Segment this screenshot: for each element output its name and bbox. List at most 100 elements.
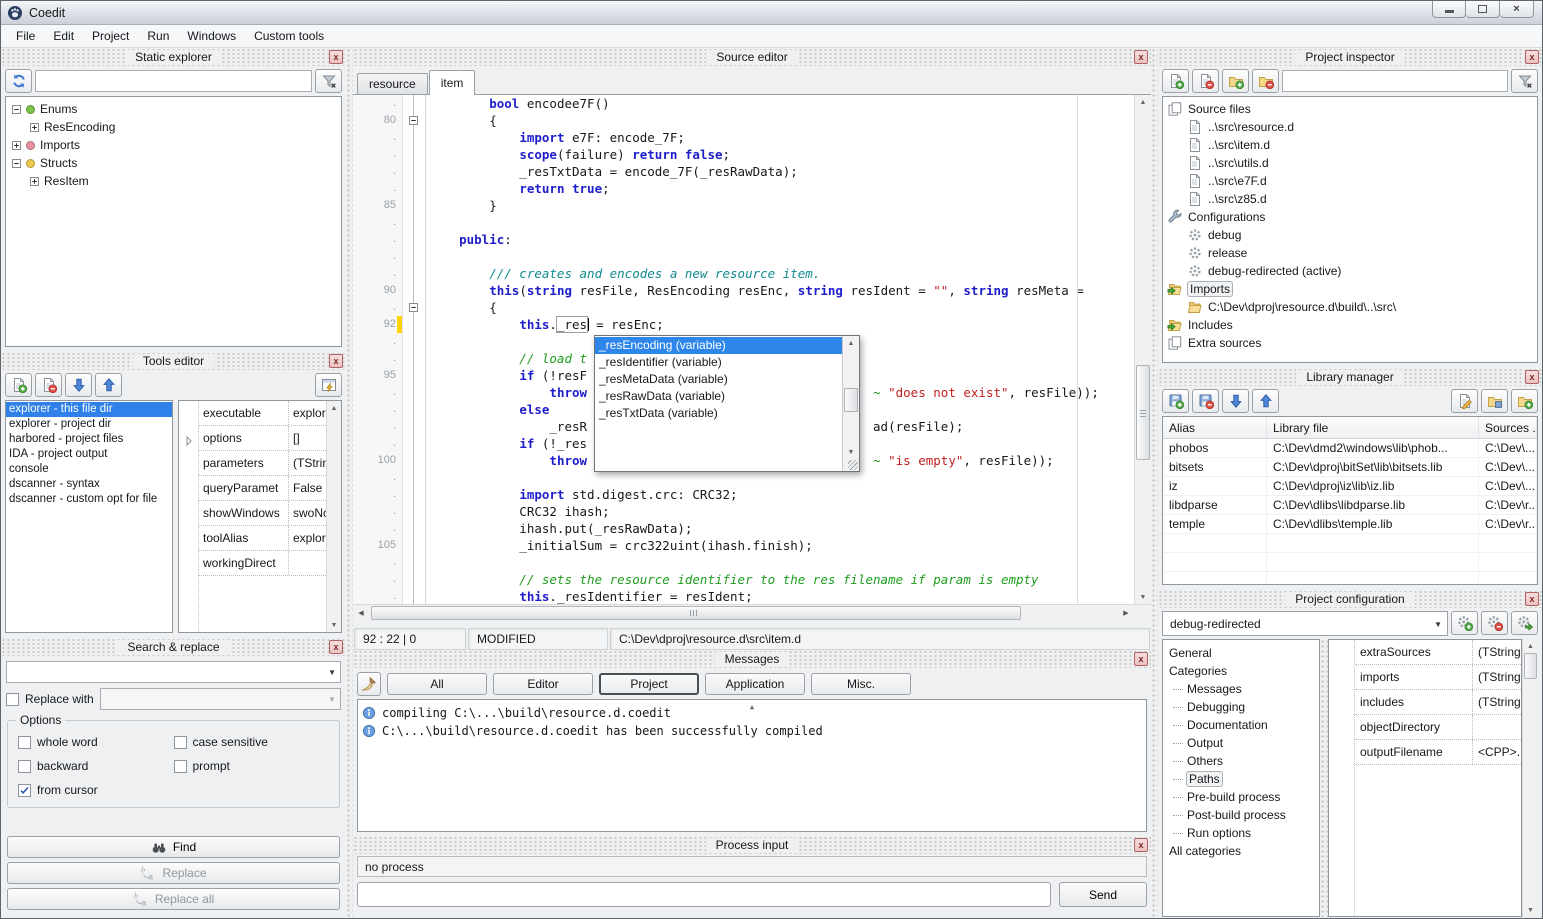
code-line[interactable]: 80 { [353, 112, 1151, 129]
tool-item-dscanner-custom-opt-for-file[interactable]: dscanner - custom opt for file [6, 492, 172, 507]
config-category-all-categories[interactable]: All categories [1163, 842, 1319, 860]
code-line[interactable]: . _resTxtData = encode_7F(_resRawData); [353, 163, 1151, 180]
completion-item-resmetadata-variable[interactable]: _resMetaData (variable) [595, 371, 842, 388]
menu-item-edit[interactable]: Edit [44, 26, 83, 46]
menu-item-windows[interactable]: Windows [178, 26, 245, 46]
close-panel-icon[interactable]: x [1134, 50, 1148, 64]
resize-grip[interactable] [848, 460, 858, 470]
tool-item-ida-project-output[interactable]: IDA - project output [6, 447, 172, 462]
code-editor[interactable]: . bool encodee7F()80 {. import e7F: enco… [353, 95, 1151, 604]
config-category-paths[interactable]: Paths [1163, 770, 1319, 788]
add-tool-button[interactable] [5, 373, 32, 397]
move-library-up-button[interactable] [1252, 389, 1279, 413]
expand-icon[interactable] [12, 141, 21, 150]
run-tool-button[interactable] [315, 373, 342, 397]
project-tree-item-src-z85-d[interactable]: ..\src\z85.d [1163, 190, 1537, 208]
close-panel-icon[interactable]: x [1525, 370, 1539, 384]
project-tree-item-configurations[interactable]: Configurations [1163, 208, 1537, 226]
project-tree-item-src-utils-d[interactable]: ..\src\utils.d [1163, 154, 1537, 172]
library-row-empty[interactable] [1163, 534, 1537, 553]
code-line[interactable]: . scope(failure) return false; [353, 146, 1151, 163]
code-line[interactable]: . [353, 248, 1151, 265]
property-row-workingdirect[interactable]: workingDirect [199, 551, 326, 576]
config-category-pre-build-process[interactable]: Pre-build process [1163, 788, 1319, 806]
close-panel-icon[interactable]: x [1134, 652, 1148, 666]
fold-gutter[interactable] [403, 299, 425, 316]
scroll-down-icon[interactable]: ▼ [327, 618, 341, 632]
code-line[interactable]: . // sets the resource identifier to the… [353, 571, 1151, 588]
add-configuration-button[interactable] [1451, 611, 1478, 635]
messages-tab-project[interactable]: Project [599, 673, 699, 695]
tree-item-resitem[interactable]: ResItem [6, 172, 341, 190]
code-line[interactable]: . CRC32 ihash; [353, 503, 1151, 520]
code-line[interactable]: 85 } [353, 197, 1151, 214]
grid-scrollbar[interactable]: ▲ ▼ [1522, 639, 1538, 917]
completion-item-restxtdata-variable[interactable]: _resTxtData (variable) [595, 405, 842, 422]
process-input-field[interactable] [357, 882, 1051, 907]
code-line[interactable]: . return true; [353, 180, 1151, 197]
remove-library-button[interactable] [1192, 389, 1219, 413]
project-tree-item-debug-redirected-active[interactable]: debug-redirected (active) [1163, 262, 1537, 280]
add-file-button[interactable] [1162, 69, 1189, 93]
property-row-showwindows[interactable]: showWindowsswoNone [199, 501, 326, 526]
library-from-project-button[interactable] [1481, 389, 1508, 413]
property-value[interactable]: (TStringL [1473, 690, 1521, 714]
library-row-libdparse[interactable]: libdparseC:\Dev\dlibs\libdparse.libC:\De… [1163, 496, 1537, 515]
code-line[interactable]: 105 _initialSum = crc322uint(ihash.finis… [353, 537, 1151, 554]
code-line[interactable]: 90 this(string resFile, ResEncoding resE… [353, 282, 1151, 299]
config-category-categories[interactable]: Categories [1163, 662, 1319, 680]
project-tree-item-src-resource-d[interactable]: ..\src\resource.d [1163, 118, 1537, 136]
collapse-icon[interactable] [12, 159, 21, 168]
tool-item-harbored-project-files[interactable]: harbored - project files [6, 432, 172, 447]
clear-filter-button[interactable] [1511, 69, 1538, 93]
project-tree-item-src-item-d[interactable]: ..\src\item.d [1163, 136, 1537, 154]
close-panel-icon[interactable]: x [329, 50, 343, 64]
property-value[interactable]: [] [289, 426, 326, 450]
library-row-phobos[interactable]: phobosC:\Dev\dmd2\windows\lib\phob...C:\… [1163, 439, 1537, 458]
property-value[interactable]: (TStringL [289, 451, 326, 475]
move-library-down-button[interactable] [1222, 389, 1249, 413]
completion-item-resencoding-variable[interactable]: _resEncoding (variable) [595, 337, 842, 354]
close-panel-icon[interactable]: x [329, 354, 343, 368]
code-line[interactable]: . import std.digest.crc: CRC32; [353, 486, 1151, 503]
messages-tab-editor[interactable]: Editor [493, 673, 593, 695]
close-panel-icon[interactable]: x [329, 640, 343, 654]
config-category-output[interactable]: Output [1163, 734, 1319, 752]
remove-configuration-button[interactable] [1481, 611, 1508, 635]
prompt-checkbox[interactable] [174, 760, 187, 773]
add-library-folder-button[interactable] [1511, 389, 1538, 413]
scroll-left-icon[interactable]: ◀ [353, 605, 369, 621]
config-category-messages[interactable]: Messages [1163, 680, 1319, 698]
property-row-executable[interactable]: executableexplorer [199, 401, 326, 426]
property-row-toolalias[interactable]: toolAliasexplorer [199, 526, 326, 551]
tool-item-dscanner-syntax[interactable]: dscanner - syntax [6, 477, 172, 492]
add-library-button[interactable] [1162, 389, 1189, 413]
tree-item-imports[interactable]: Imports [6, 136, 341, 154]
tree-item-structs[interactable]: Structs [6, 154, 341, 172]
config-category-others[interactable]: Others [1163, 752, 1319, 770]
property-value[interactable]: False [289, 476, 326, 500]
messages-tab-all[interactable]: All [387, 673, 487, 695]
menu-item-file[interactable]: File [7, 26, 44, 46]
replace-button[interactable]: baReplace [7, 862, 340, 884]
property-value[interactable] [1473, 715, 1521, 739]
project-tree-item-includes[interactable]: Includes [1163, 316, 1537, 334]
property-row-options[interactable]: options[] [199, 426, 326, 451]
replace-with-checkbox[interactable] [6, 693, 19, 706]
search-term-combo[interactable]: ▼ [6, 661, 341, 683]
code-line[interactable]: . import e7F: encode_7F; [353, 129, 1151, 146]
clone-configuration-button[interactable] [1511, 611, 1538, 635]
code-line[interactable]: . public: [353, 231, 1151, 248]
project-tree-item-debug[interactable]: debug [1163, 226, 1537, 244]
find-button[interactable]: Find [7, 836, 340, 858]
config-property-row-includes[interactable]: includes(TStringL [1355, 690, 1521, 715]
minimize-button[interactable] [1432, 1, 1466, 18]
code-line[interactable]: . ihash.put(_resRawData); [353, 520, 1151, 537]
tool-item-explorer-project-dir[interactable]: explorer - project dir [6, 417, 172, 432]
property-value[interactable]: (TStringL [1473, 665, 1521, 689]
scroll-up-icon[interactable]: ▲ [1523, 639, 1538, 653]
close-panel-icon[interactable]: x [1525, 592, 1539, 606]
menu-item-custom-tools[interactable]: Custom tools [245, 26, 333, 46]
scroll-up-icon[interactable]: ▲ [327, 401, 341, 415]
config-property-row-objectdirectory[interactable]: objectDirectory [1355, 715, 1521, 740]
